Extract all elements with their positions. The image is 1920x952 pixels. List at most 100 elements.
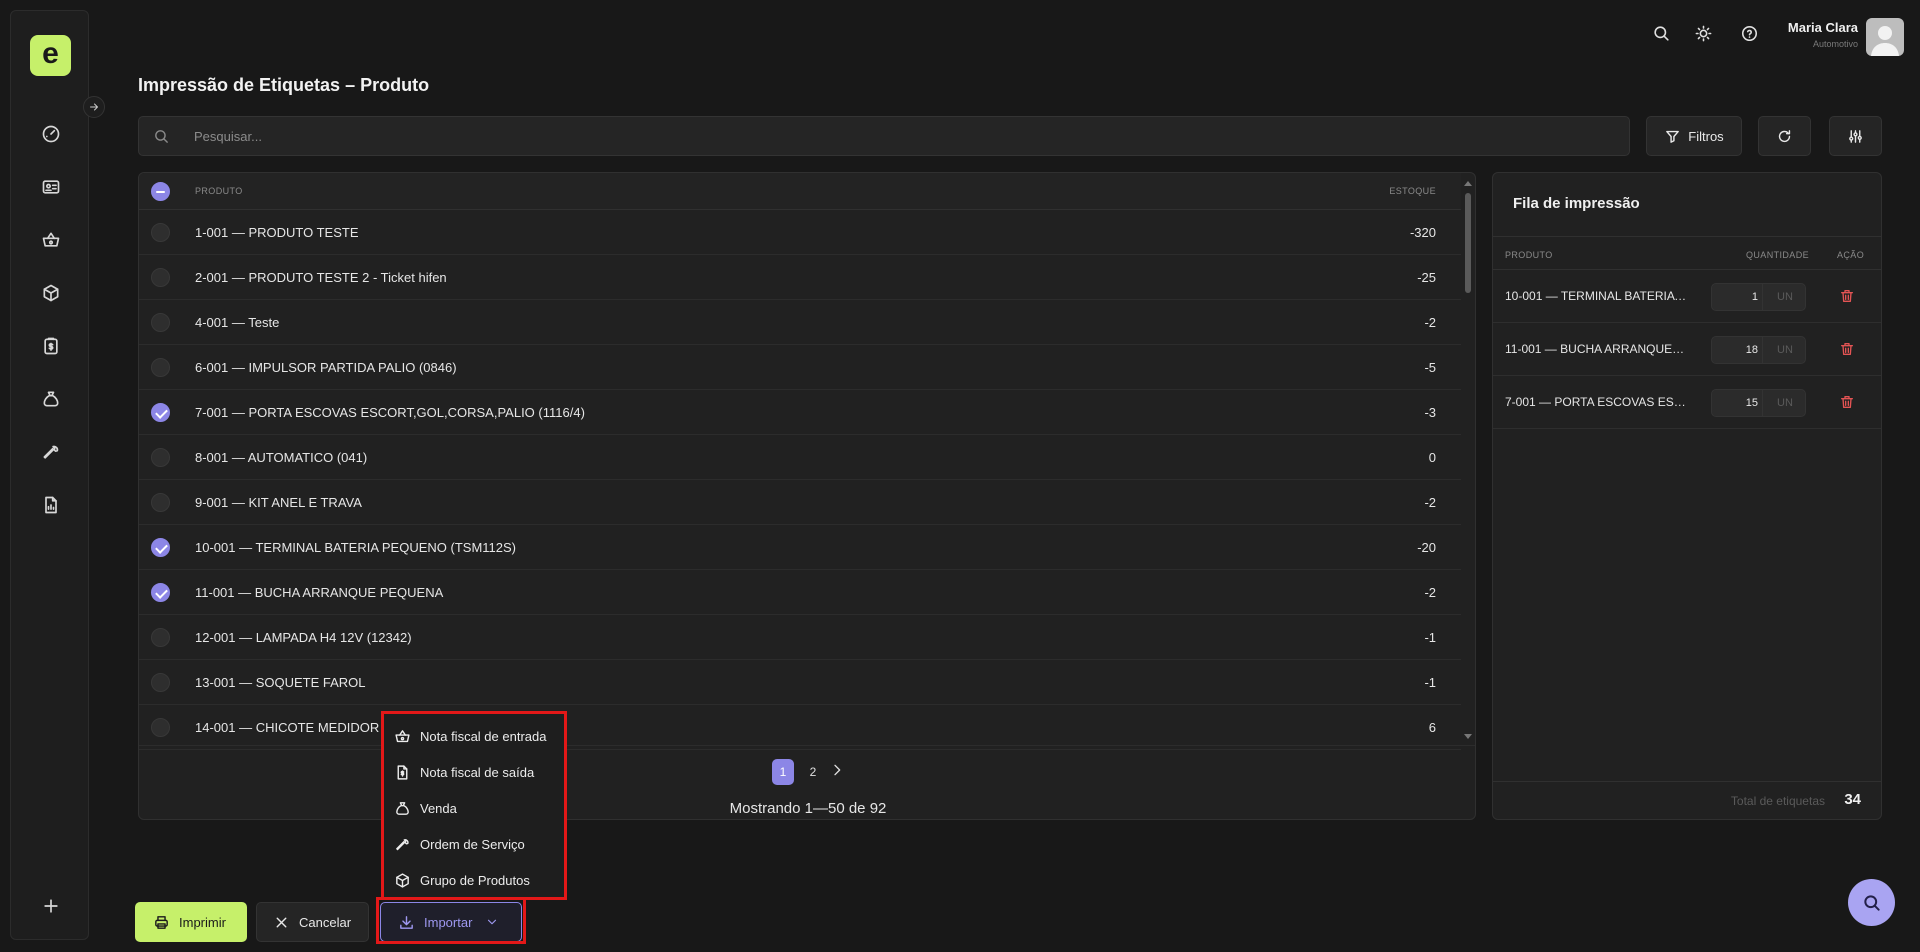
- arrow-right-icon: [90, 103, 98, 111]
- table-row[interactable]: 7-001 — PORTA ESCOVAS ESCORT,GOL,CORSA,P…: [139, 390, 1461, 435]
- floating-search-button[interactable]: [1848, 879, 1895, 926]
- page-button-2[interactable]: 2: [802, 759, 824, 785]
- table-row[interactable]: 14-001 — CHICOTE MEDIDOR FU 6: [139, 705, 1461, 750]
- quantity-unit: UN: [1762, 337, 1807, 363]
- row-checkbox[interactable]: [151, 403, 170, 422]
- table-row[interactable]: 10-001 — TERMINAL BATERIA PEQUENO (TSM11…: [139, 525, 1461, 570]
- row-checkbox[interactable]: [151, 673, 170, 692]
- product-stock: -20: [1417, 540, 1436, 555]
- queue-row: 10-001 — TERMINAL BATERIA PEQUENO (TSM11…: [1493, 270, 1881, 323]
- menu-item-sale[interactable]: Venda: [394, 794, 457, 822]
- filters-button[interactable]: Filtros: [1646, 116, 1742, 156]
- product-name: 9-001 — KIT ANEL E TRAVA: [195, 495, 362, 510]
- search-icon: [1863, 894, 1880, 911]
- sidebar-item-reports[interactable]: [38, 492, 64, 518]
- queue-footer: Total de etiquetas 34: [1493, 781, 1881, 819]
- cancel-button[interactable]: Cancelar: [256, 902, 369, 942]
- id-card-icon: [42, 180, 60, 194]
- filter-icon: [1666, 130, 1680, 143]
- print-queue-panel: Fila de impressão PRODUTO QUANTIDADE AÇÃ…: [1492, 172, 1882, 820]
- column-header-product: PRODUTO: [195, 186, 243, 196]
- product-name: 1-001 — PRODUTO TESTE: [195, 225, 359, 240]
- sidebar-item-sales[interactable]: [38, 386, 64, 412]
- menu-item-entry-invoice[interactable]: Nota fiscal de entrada: [394, 722, 546, 750]
- document-dollar-icon: [397, 764, 408, 780]
- sidebar-item-purchases[interactable]: [38, 227, 64, 253]
- settings-button[interactable]: [1829, 116, 1882, 156]
- row-checkbox[interactable]: [151, 448, 170, 467]
- sidebar-add-button[interactable]: [38, 893, 64, 919]
- menu-item-exit-invoice[interactable]: Nota fiscal de saída: [394, 758, 534, 786]
- quantity-input[interactable]: 18 UN: [1711, 336, 1806, 364]
- menu-item-product-group[interactable]: Grupo de Produtos: [394, 866, 530, 894]
- next-page-button[interactable]: [829, 762, 849, 782]
- quantity-unit: UN: [1762, 390, 1807, 416]
- refresh-button[interactable]: [1758, 116, 1811, 156]
- sidebar-expand-button[interactable]: [83, 96, 105, 118]
- money-bag-icon: [396, 801, 409, 815]
- global-search-button[interactable]: [1650, 22, 1672, 44]
- remove-from-queue-button[interactable]: [1839, 288, 1857, 306]
- table-row[interactable]: 9-001 — KIT ANEL E TRAVA -2: [139, 480, 1461, 525]
- table-row[interactable]: 6-001 — IMPULSOR PARTIDA PALIO (0846) -5: [139, 345, 1461, 390]
- sidebar-item-contacts[interactable]: [38, 174, 64, 200]
- product-name: 2-001 — PRODUTO TESTE 2 - Ticket hifen: [195, 270, 447, 285]
- product-stock: -320: [1409, 225, 1436, 240]
- theme-toggle-button[interactable]: [1692, 22, 1714, 44]
- product-stock: -1: [1424, 675, 1436, 690]
- queue-row: 7-001 — PORTA ESCOVAS ESCORT,GOL,CORSA,P…: [1493, 376, 1881, 429]
- table-row[interactable]: 4-001 — Teste -2: [139, 300, 1461, 345]
- remove-from-queue-button[interactable]: [1839, 341, 1857, 359]
- chevron-right-icon: [834, 764, 841, 776]
- plus-icon: [44, 899, 58, 913]
- select-all-checkbox[interactable]: [151, 182, 170, 201]
- queue-product-name: 10-001 — TERMINAL BATERIA PEQUENO (TSM11…: [1505, 289, 1687, 303]
- table-row[interactable]: 2-001 — PRODUTO TESTE 2 - Ticket hifen -2…: [139, 255, 1461, 300]
- sidebar-item-products[interactable]: [38, 280, 64, 306]
- app-logo[interactable]: e: [30, 35, 71, 76]
- money-bag-icon: [43, 391, 59, 407]
- sun-icon: [1695, 25, 1711, 41]
- table-row[interactable]: 11-001 — BUCHA ARRANQUE PEQUENA -2: [139, 570, 1461, 615]
- table-row[interactable]: 8-001 — AUTOMATICO (041) 0: [139, 435, 1461, 480]
- cancel-label: Cancelar: [299, 914, 352, 930]
- search-input[interactable]: [194, 117, 1594, 155]
- product-name: 4-001 — Teste: [195, 315, 280, 330]
- box-icon: [43, 284, 59, 302]
- sidebar-item-services[interactable]: [38, 439, 64, 465]
- quantity-input[interactable]: 1 UN: [1711, 283, 1806, 311]
- table-row[interactable]: 12-001 — LAMPADA H4 12V (12342) -1: [139, 615, 1461, 660]
- page-button-1[interactable]: 1: [772, 759, 794, 785]
- basket-icon: [395, 729, 410, 742]
- help-button[interactable]: [1738, 22, 1760, 44]
- table-scrollbar[interactable]: [1463, 177, 1473, 739]
- product-stock: 0: [1428, 450, 1436, 465]
- row-checkbox[interactable]: [151, 538, 170, 557]
- print-button[interactable]: Imprimir: [135, 902, 247, 942]
- scroll-down-arrow-icon[interactable]: [1464, 734, 1472, 739]
- wrench-icon: [396, 838, 409, 850]
- row-checkbox[interactable]: [151, 268, 170, 287]
- scroll-up-arrow-icon[interactable]: [1464, 181, 1472, 186]
- row-checkbox[interactable]: [151, 313, 170, 332]
- table-row[interactable]: 1-001 — PRODUTO TESTE -320: [139, 210, 1461, 255]
- product-name: 8-001 — AUTOMATICO (041): [195, 450, 368, 465]
- product-stock: -2: [1424, 585, 1436, 600]
- row-checkbox[interactable]: [151, 223, 170, 242]
- sidebar-item-finance[interactable]: [38, 333, 64, 359]
- remove-from-queue-button[interactable]: [1839, 394, 1857, 412]
- row-checkbox[interactable]: [151, 493, 170, 512]
- menu-item-service-order[interactable]: Ordem de Serviço: [394, 830, 525, 858]
- table-row[interactable]: 13-001 — SOQUETE FAROL -1: [139, 660, 1461, 705]
- sidebar-item-dashboard[interactable]: [38, 121, 64, 147]
- row-checkbox[interactable]: [151, 583, 170, 602]
- product-stock: -2: [1424, 495, 1436, 510]
- quantity-input[interactable]: 15 UN: [1711, 389, 1806, 417]
- dashboard-icon: [42, 125, 60, 143]
- scrollbar-thumb[interactable]: [1465, 193, 1471, 293]
- avatar[interactable]: [1866, 18, 1904, 56]
- row-checkbox[interactable]: [151, 718, 170, 737]
- sliders-icon: [1849, 129, 1862, 143]
- row-checkbox[interactable]: [151, 628, 170, 647]
- row-checkbox[interactable]: [151, 358, 170, 377]
